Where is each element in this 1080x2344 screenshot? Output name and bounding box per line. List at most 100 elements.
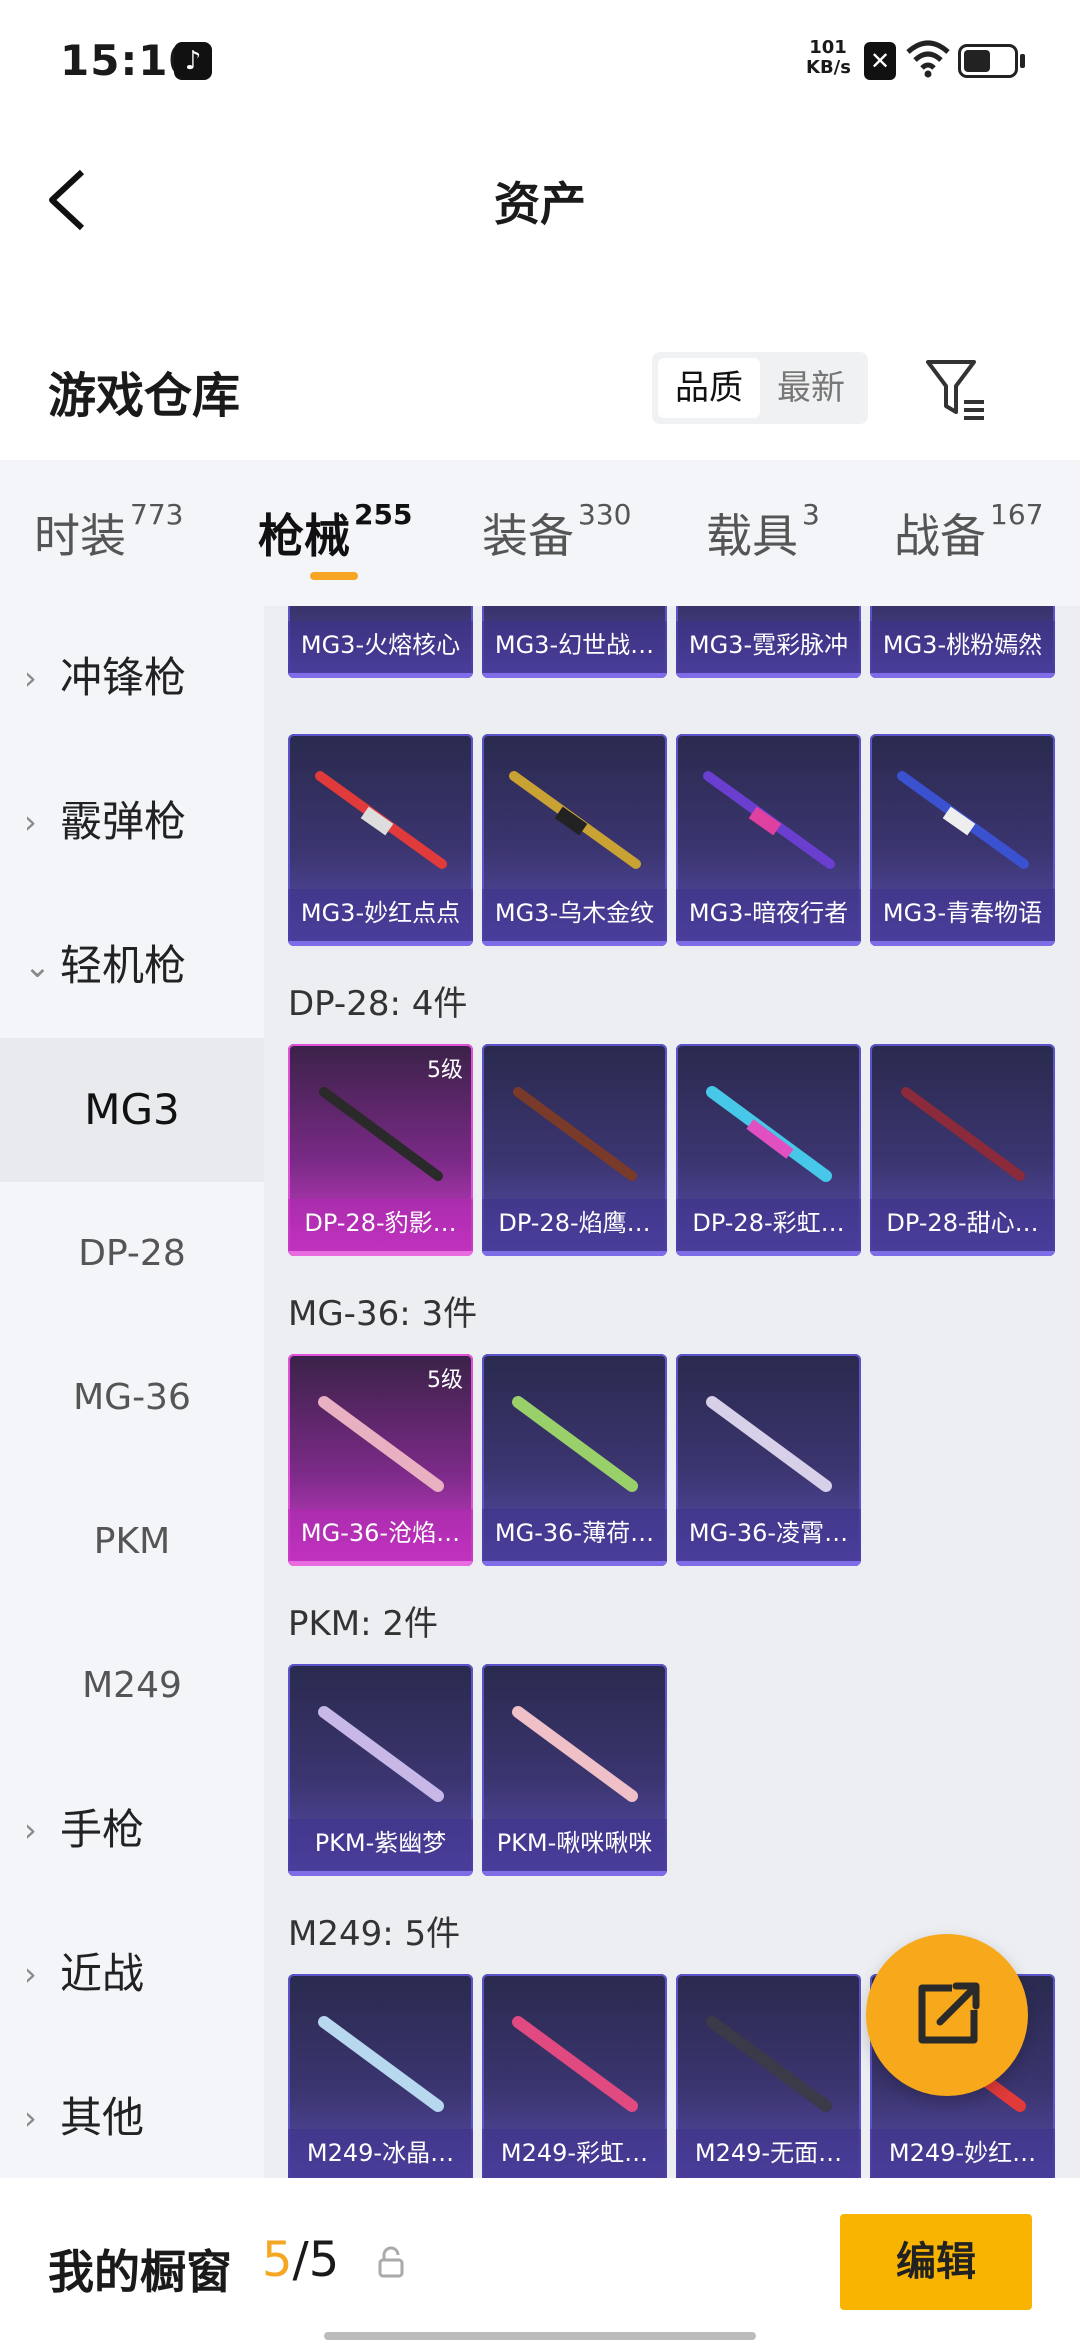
sidebar: › 冲锋枪 › 霰弹枪 ⌄ 轻机枪 MG3 DP-28 MG-36 PKM M249 … (0, 606, 264, 2178)
item-card[interactable]: MG3-霓彩脉冲 (676, 606, 861, 678)
battery-tip (1020, 54, 1025, 68)
sort-toggle: 品质 最新 (652, 352, 868, 424)
chevron-icon: › (24, 659, 37, 697)
item-name: PKM-紫幽梦 (288, 1819, 473, 1876)
item-name: M249-冰晶… (288, 2129, 473, 2178)
item-card[interactable]: MG3-桃粉嫣然 (870, 606, 1055, 678)
warehouse-title: 游戏仓库 (48, 368, 241, 424)
item-card[interactable]: MG3-火熔核心 (288, 606, 473, 678)
item-card[interactable]: DP-28-彩虹… (676, 1044, 861, 1256)
section-title-pkm: PKM: 2件 (288, 1604, 439, 1644)
item-name: MG-36-薄荷… (482, 1509, 667, 1566)
item-name: MG3-妙红点点 (288, 889, 473, 946)
section-title-m249: M249: 5件 (288, 1914, 461, 1954)
sort-quality-button[interactable]: 品质 (658, 358, 760, 418)
sidebar-sub-pkm[interactable]: PKM (0, 1470, 264, 1614)
item-card[interactable]: M249-冰晶… (288, 1974, 473, 2178)
item-name: DP-28-豹影… (288, 1199, 473, 1256)
item-card[interactable]: MG3-幻世战… (482, 606, 667, 678)
net-speed-value: 101 (809, 37, 847, 58)
tab-label: 装备 (482, 509, 574, 563)
item-card[interactable]: 5级 DP-28-豹影… (288, 1044, 473, 1256)
sim-icon: ✕ (864, 42, 896, 80)
sidebar-item-label: 近战 (60, 1949, 145, 1998)
tab-label: 载具 (706, 509, 798, 563)
sidebar-item-melee[interactable]: › 近战 (0, 1902, 264, 2046)
share-export-button[interactable] (866, 1934, 1028, 2096)
sidebar-item-smg[interactable]: › 冲锋枪 (0, 606, 264, 750)
item-card[interactable]: MG-36-薄荷… (482, 1354, 667, 1566)
sidebar-item-pistol[interactable]: › 手枪 (0, 1758, 264, 1902)
sidebar-item-label: 其他 (60, 2093, 145, 2142)
gun-icon (706, 1086, 832, 1182)
sidebar-sub-dp28[interactable]: DP-28 (0, 1182, 264, 1326)
sort-newest-button[interactable]: 最新 (760, 358, 862, 418)
item-card[interactable]: DP-28-焰鹰… (482, 1044, 667, 1256)
tab-supplies[interactable]: 战备 167 (894, 498, 1043, 566)
item-name: MG3-幻世战… (482, 621, 667, 678)
showcase-label: 我的橱窗 (48, 2245, 232, 2299)
item-name: MG3-青春物语 (870, 889, 1055, 946)
item-card[interactable]: MG-36-凌霄… (676, 1354, 861, 1566)
item-card[interactable]: M249-无面… (676, 1974, 861, 2178)
item-card[interactable]: MG3-青春物语 (870, 734, 1055, 946)
home-indicator[interactable] (324, 2332, 756, 2340)
item-name: MG3-桃粉嫣然 (870, 621, 1055, 678)
chevron-icon: ⌄ (24, 947, 51, 985)
lock-icon[interactable] (376, 2246, 406, 2280)
item-name: DP-28-焰鹰… (482, 1199, 667, 1256)
item-card[interactable]: MG3-暗夜行者 (676, 734, 861, 946)
item-name: MG3-霓彩脉冲 (676, 621, 861, 678)
sidebar-sub-mg3[interactable]: MG3 (0, 1038, 264, 1182)
active-tab-indicator (310, 572, 358, 580)
item-name: M249-无面… (676, 2129, 861, 2178)
sidebar-sub-m249[interactable]: M249 (0, 1614, 264, 1758)
gun-icon (706, 2016, 832, 2112)
showcase-count: 5/5 (262, 2232, 339, 2288)
gun-icon (318, 1396, 444, 1492)
showcase-total: /5 (292, 2232, 340, 2288)
gun-icon (512, 1396, 638, 1492)
sidebar-sub-mg36[interactable]: MG-36 (0, 1326, 264, 1470)
tab-vehicles[interactable]: 载具 3 (706, 498, 820, 566)
tab-count: 255 (354, 498, 413, 531)
gun-icon (315, 771, 447, 869)
sidebar-item-label: 冲锋枪 (60, 653, 187, 702)
item-card[interactable]: DP-28-甜心… (870, 1044, 1055, 1256)
gun-icon (509, 771, 641, 869)
sidebar-item-shotgun[interactable]: › 霰弹枪 (0, 750, 264, 894)
category-tabs: 时装 773 枪械 255 装备 330 载具 3 战备 167 (0, 460, 1080, 610)
item-name: PKM-啾咪啾咪 (482, 1819, 667, 1876)
gun-icon (512, 2016, 638, 2112)
section-title-mg36: MG-36: 3件 (288, 1294, 478, 1334)
sidebar-item-lmg[interactable]: ⌄ 轻机枪 (0, 894, 264, 1038)
tiktok-icon: ♪ (174, 42, 212, 80)
tab-guns[interactable]: 枪械 255 (258, 498, 413, 566)
tab-equipment[interactable]: 装备 330 (482, 498, 631, 566)
gun-icon (513, 1087, 637, 1181)
sidebar-item-other[interactable]: › 其他 (0, 2046, 264, 2190)
item-card[interactable]: MG3-妙红点点 (288, 734, 473, 946)
showcase-current: 5 (262, 2232, 293, 2288)
item-name: MG3-乌木金纹 (482, 889, 667, 946)
chevron-icon: › (24, 1955, 37, 1993)
item-name: MG3-火熔核心 (288, 621, 473, 678)
filter-icon[interactable] (918, 354, 990, 426)
gun-icon (318, 1706, 444, 1802)
chevron-icon: › (24, 803, 37, 841)
item-card[interactable]: PKM-啾咪啾咪 (482, 1664, 667, 1876)
item-card[interactable]: 5级 MG-36-沧焰… (288, 1354, 473, 1566)
item-card[interactable]: PKM-紫幽梦 (288, 1664, 473, 1876)
gun-icon (319, 1087, 443, 1181)
battery-icon (958, 44, 1018, 78)
item-card[interactable]: M249-彩虹… (482, 1974, 667, 2178)
item-card[interactable]: MG3-乌木金纹 (482, 734, 667, 946)
tab-fashion[interactable]: 时装 773 (34, 498, 183, 566)
edit-button[interactable]: 编辑 (840, 2214, 1032, 2310)
share-export-icon (918, 1982, 980, 2044)
tab-count: 3 (802, 498, 820, 531)
gun-icon (706, 1396, 832, 1492)
sidebar-item-label: 轻机枪 (60, 941, 187, 990)
network-speed: 101 KB/s (806, 37, 851, 78)
item-name: M249-妙红… (870, 2129, 1055, 2178)
